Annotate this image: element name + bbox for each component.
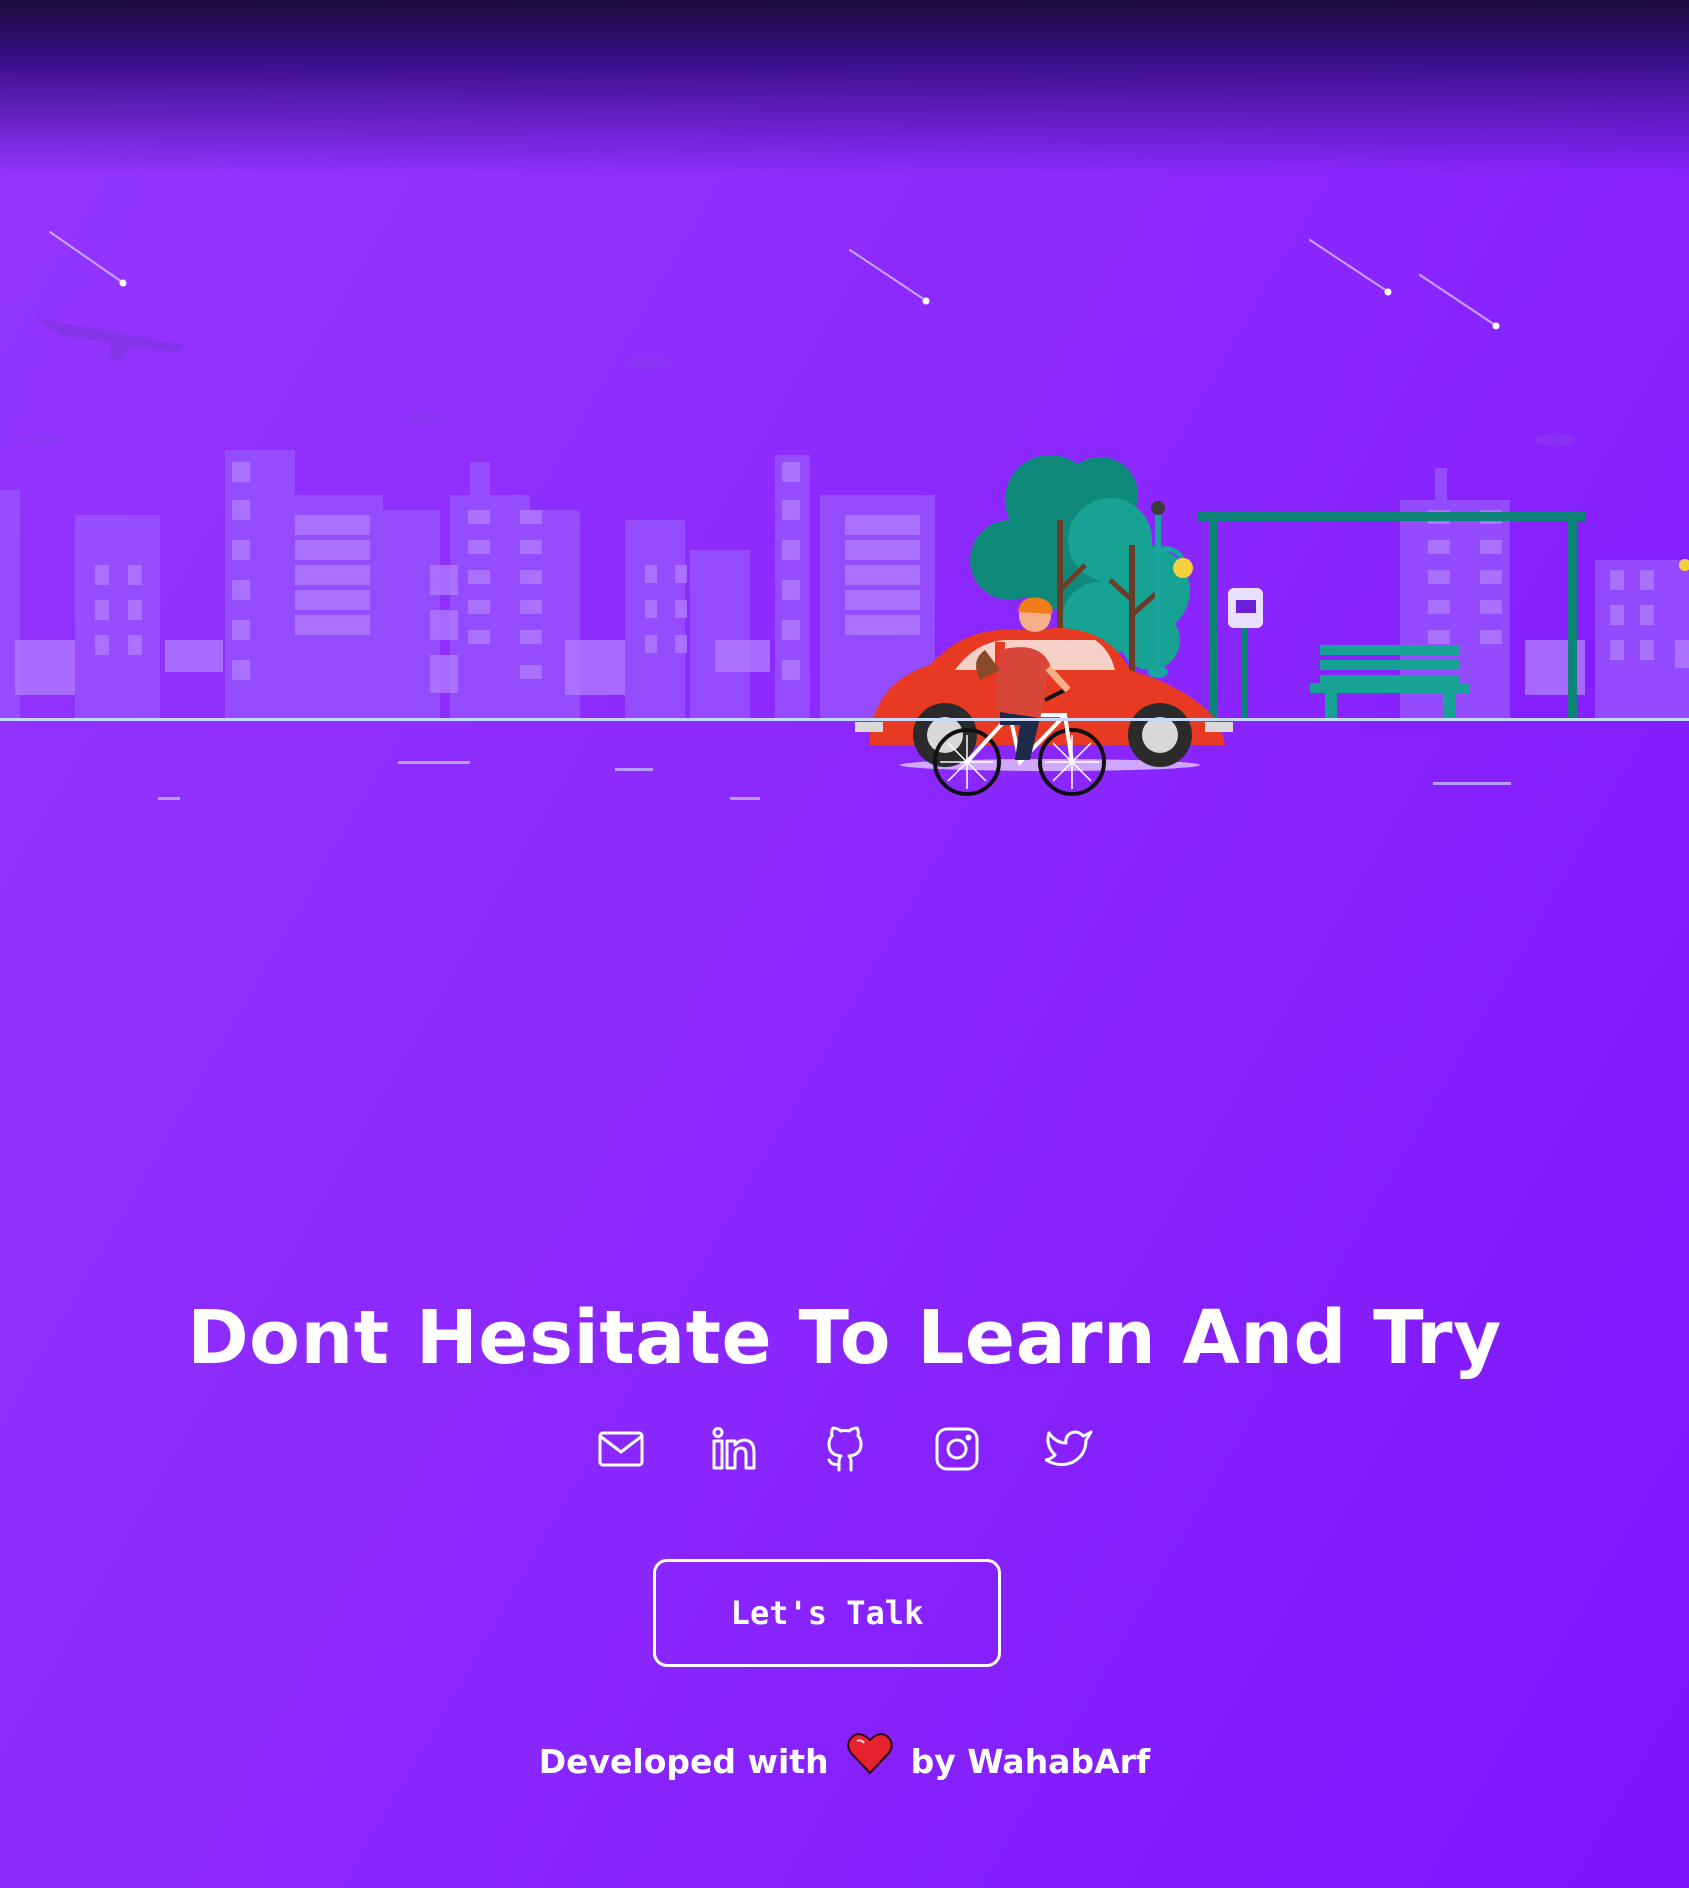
- footer-prefix: Developed with: [538, 1742, 829, 1781]
- page-headline: Dont Hesitate To Learn And Try: [187, 1294, 1502, 1381]
- twitter-icon: [1044, 1430, 1092, 1467]
- lets-talk-button[interactable]: Let's Talk: [653, 1559, 1001, 1667]
- linkedin-icon: [712, 1427, 755, 1470]
- github-link[interactable]: [821, 1425, 869, 1473]
- road-line: [0, 718, 1689, 721]
- footer-suffix: by WahabArf: [910, 1742, 1151, 1781]
- road-markings: [158, 761, 1511, 800]
- heart-icon: [846, 1732, 893, 1774]
- plane-icon: [35, 318, 185, 360]
- email-link[interactable]: [597, 1425, 645, 1473]
- shooting-stars: [49, 231, 1496, 326]
- footer-credit: Developed with by WahabArf: [0, 1732, 1689, 1781]
- instagram-link[interactable]: [933, 1425, 981, 1473]
- mail-icon: [598, 1431, 643, 1467]
- city-illustration: [0, 231, 1689, 800]
- github-icon: [827, 1426, 862, 1472]
- social-links: [0, 1425, 1689, 1473]
- linkedin-link[interactable]: [709, 1425, 757, 1473]
- instagram-icon: [935, 1427, 978, 1471]
- twitter-link[interactable]: [1044, 1425, 1093, 1473]
